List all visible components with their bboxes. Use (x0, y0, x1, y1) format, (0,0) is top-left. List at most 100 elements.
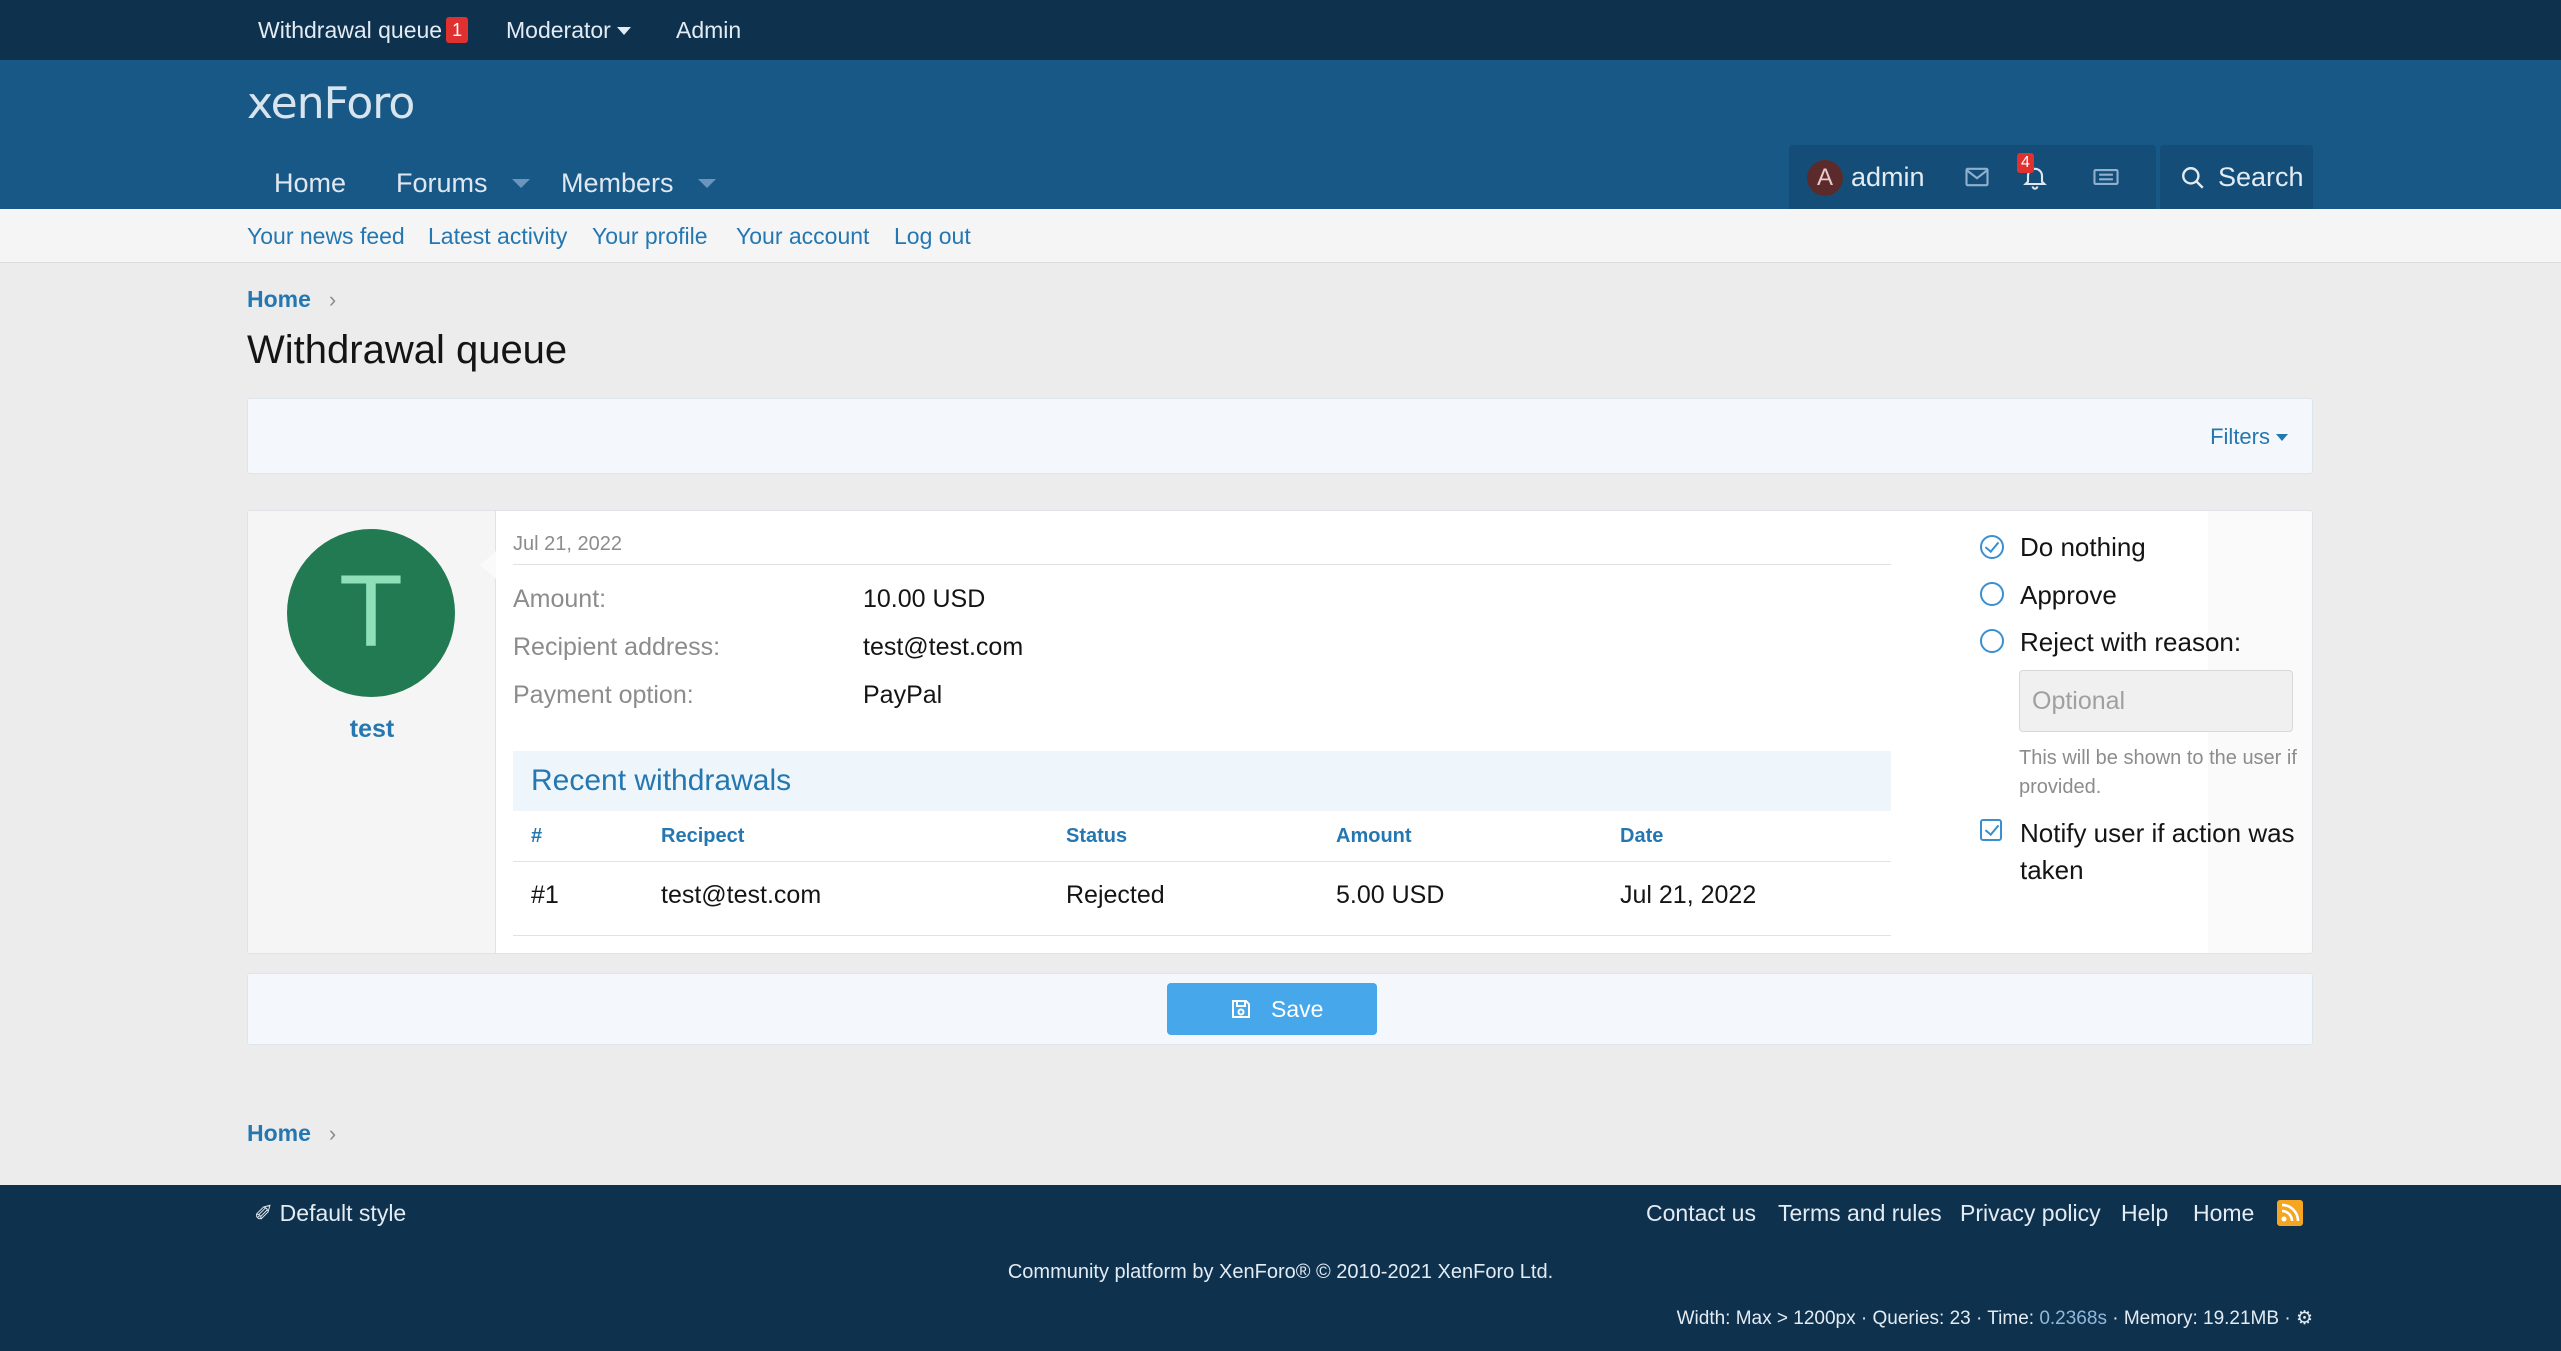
stats-time[interactable]: 0.2368s (2039, 1308, 2107, 1329)
withdrawal-queue-link[interactable]: Withdrawal queue 1 (258, 0, 469, 60)
footer-link-privacy[interactable]: Privacy policy (1960, 1185, 2101, 1241)
user-nav-group: A admin 4 (1789, 145, 2156, 209)
table-cell-status: Rejected (1066, 881, 1165, 909)
reason-hint: This will be shown to the user if provid… (2019, 747, 2297, 798)
chevron-down-icon[interactable] (697, 179, 716, 188)
column-header-number: # (531, 825, 543, 847)
option-do-nothing-label[interactable]: Do nothing (2020, 532, 2146, 563)
rss-icon[interactable] (2277, 1200, 2303, 1226)
radio-do-nothing[interactable] (1980, 535, 2004, 559)
gear-icon[interactable]: ⚙ (2296, 1308, 2313, 1329)
style-chooser[interactable]: ✐ Default style (254, 1185, 406, 1241)
copyright[interactable]: Community platform by XenForo® © 2010-20… (0, 1261, 2561, 1284)
filters-label: Filters (2210, 424, 2270, 449)
table-cell-number: #1 (531, 881, 559, 909)
alerts-button[interactable]: 4 (2007, 145, 2063, 209)
avatar: A (1807, 160, 1843, 196)
footer-link-help[interactable]: Help (2121, 1185, 2168, 1241)
footer-link-home[interactable]: Home (2193, 1185, 2254, 1241)
recipient-label: Recipient address: (513, 633, 721, 661)
save-icon (1232, 1000, 1250, 1018)
site-header: xenForo Home Forums Members A admin 4 Se… (0, 60, 2561, 209)
site-footer: ✐ Default style Contact us Terms and rul… (0, 1185, 2561, 1351)
admin-link[interactable]: Admin (676, 0, 741, 60)
divider (513, 935, 1891, 936)
nav-tab-home[interactable]: Home (274, 158, 346, 209)
alerts-count-badge: 4 (2017, 153, 2034, 173)
subnav-latest-activity[interactable]: Latest activity (428, 209, 567, 263)
breadcrumb-home[interactable]: Home (247, 1120, 311, 1146)
column-header-status: Status (1066, 825, 1128, 847)
chevron-down-icon[interactable] (511, 179, 530, 188)
footer-link-contact[interactable]: Contact us (1646, 1185, 1756, 1241)
breadcrumb: Home › (247, 1120, 336, 1147)
payment-option-label: Payment option: (513, 681, 694, 709)
withdrawal-count-badge: 1 (446, 17, 469, 43)
avatar[interactable]: T (287, 529, 455, 697)
breadcrumb: Home › (247, 286, 336, 313)
sub-navigation: Your news feed Latest activity Your prof… (0, 209, 2561, 263)
request-date: Jul 21, 2022 (513, 533, 622, 555)
option-approve-label[interactable]: Approve (2020, 580, 2117, 611)
inbox-button[interactable] (1949, 145, 2005, 209)
nav-tab-members[interactable]: Members (561, 158, 716, 209)
filter-bar: Filters (247, 398, 2313, 474)
table-cell-amount: 5.00 USD (1336, 881, 1445, 909)
nav-tab-forums-label: Forums (396, 168, 488, 198)
footer-link-terms[interactable]: Terms and rules (1778, 1185, 1942, 1241)
staff-bar: Withdrawal queue 1 Moderator Admin (0, 0, 2561, 60)
debug-stats: Width: Max > 1200px · Queries: 23 · Time… (1677, 1307, 2313, 1330)
subnav-your-account[interactable]: Your account (736, 209, 869, 263)
chevron-down-icon (2276, 434, 2288, 441)
tickets-button[interactable] (2077, 145, 2133, 209)
message-arrow (480, 551, 496, 579)
nav-tab-members-label: Members (561, 168, 674, 198)
search-button[interactable]: Search (2160, 145, 2313, 209)
style-chooser-label: Default style (279, 1200, 407, 1226)
recent-withdrawals-title: Recent withdrawals (513, 751, 1891, 811)
chevron-down-icon (616, 27, 631, 35)
nav-tab-forums[interactable]: Forums (396, 158, 530, 209)
filters-button[interactable]: Filters (2210, 399, 2288, 475)
column-header-recipient: Recipect (661, 825, 745, 847)
amount-label: Amount: (513, 585, 607, 613)
stats-suffix: · Memory: 19.21MB · (2106, 1308, 2296, 1329)
withdrawal-request: T test Jul 21, 2022 Amount: 10.00 USD Re… (247, 510, 2313, 954)
column-header-amount: Amount (1336, 825, 1412, 847)
requester-username[interactable]: test (248, 715, 496, 744)
site-logo[interactable]: xenForo (247, 78, 415, 129)
reject-reason-input[interactable] (2019, 670, 2293, 732)
notify-user-checkbox[interactable] (1980, 819, 2002, 841)
radio-reject[interactable] (1980, 629, 2004, 653)
search-label: Search (2218, 162, 2304, 192)
stats-prefix: Width: Max > 1200px · Queries: 23 · Time… (1676, 1308, 2040, 1329)
subnav-your-profile[interactable]: Your profile (592, 209, 708, 263)
radio-approve[interactable] (1980, 582, 2004, 606)
subnav-news-feed[interactable]: Your news feed (247, 209, 405, 263)
payment-option-value: PayPal (863, 681, 943, 709)
ticket-icon (2093, 169, 2119, 185)
moderator-menu[interactable]: Moderator (506, 0, 631, 60)
page-title: Withdrawal queue (247, 328, 568, 372)
chevron-right-icon: › (328, 1121, 337, 1146)
envelope-icon (1965, 167, 1989, 187)
save-button[interactable]: Save (1167, 983, 1377, 1035)
paintbrush-icon: ✐ (254, 1200, 274, 1226)
withdrawal-queue-label: Withdrawal queue (258, 17, 443, 43)
breadcrumb-home[interactable]: Home (247, 286, 311, 312)
moderator-label: Moderator (506, 17, 611, 43)
option-reject-label[interactable]: Reject with reason: (2020, 627, 2241, 658)
table-cell-date: Jul 21, 2022 (1620, 881, 1757, 909)
amount-value: 10.00 USD (863, 585, 986, 613)
divider (513, 564, 1891, 565)
requester-column: T test (248, 511, 496, 953)
divider (513, 861, 1891, 862)
notify-user-label[interactable]: Notify user if action was taken (2020, 815, 2300, 889)
search-icon (2182, 167, 2204, 189)
chevron-right-icon: › (328, 287, 337, 312)
username: admin (1851, 162, 1925, 192)
recipient-value: test@test.com (863, 633, 1024, 661)
column-header-date: Date (1620, 825, 1664, 847)
subnav-log-out[interactable]: Log out (894, 209, 971, 263)
request-details: Jul 21, 2022 Amount: 10.00 USD Recipient… (496, 511, 2208, 953)
